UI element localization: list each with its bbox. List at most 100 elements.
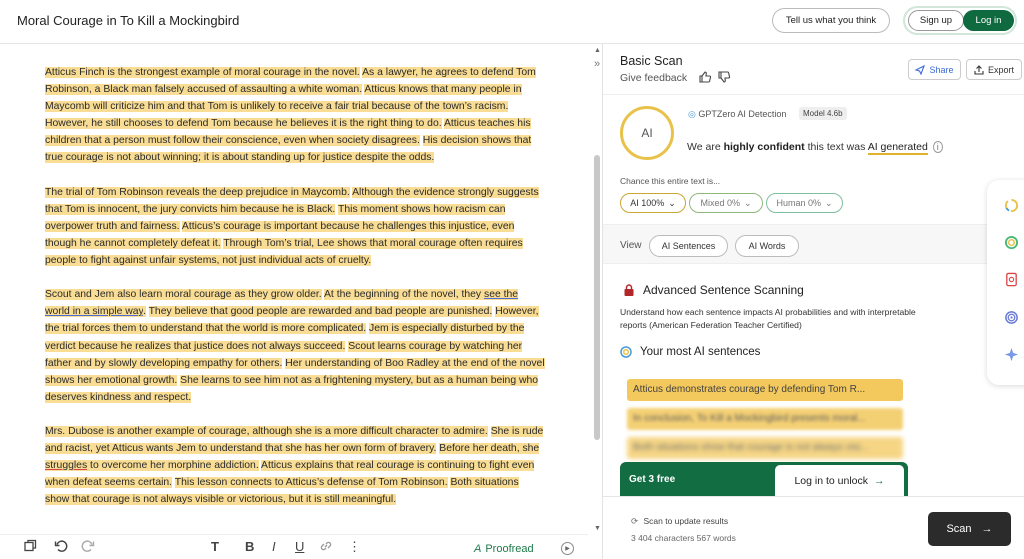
confidence-level: highly confident — [723, 141, 805, 153]
sign-up-button[interactable]: Sign up — [908, 10, 964, 31]
auth-group: Sign up Log in — [903, 6, 1017, 35]
model-badge: Model 4.6b — [799, 107, 847, 120]
detection-label: ◎ GPTZero AI Detection — [688, 109, 786, 120]
scan-button[interactable]: Scan → — [928, 512, 1011, 546]
arrow-right-icon: → — [981, 523, 993, 535]
writing-feedback-icon[interactable] — [1004, 235, 1019, 250]
link-icon[interactable] — [319, 539, 333, 556]
refresh-icon: ⟳ — [631, 516, 639, 526]
bold-icon[interactable]: B — [245, 539, 254, 554]
human-percentage-pill[interactable]: Human 0% ⌄ — [766, 193, 843, 213]
collapse-panel-icon[interactable]: » — [594, 58, 600, 70]
ai-percentage-pill[interactable]: AI 100% ⌄ — [620, 193, 686, 213]
highlighted-sentence[interactable]: Atticus Finch is the strongest example o… — [45, 67, 360, 78]
citation-check-icon[interactable] — [1004, 310, 1019, 325]
gptzero-logo-icon: ◎ — [688, 109, 696, 119]
give-feedback-label: Give feedback — [620, 72, 688, 84]
thumbs-up-icon[interactable] — [699, 71, 712, 86]
scan-update-text: Scan to update results — [643, 516, 729, 526]
mixed-percentage-pill[interactable]: Mixed 0% ⌄ — [689, 193, 763, 213]
gptzero-logo-icon — [620, 346, 632, 358]
log-in-button[interactable]: Log in — [963, 10, 1014, 31]
highlighted-sentence[interactable]: Mrs. Dubose is another example of courag… — [45, 425, 488, 437]
highlighted-sentence[interactable]: Scout and Jem also learn moral courage a… — [45, 289, 322, 301]
editor-toolbar: T B I U ⋮ A Proofread ▶ — [0, 534, 588, 559]
paragraph-4: Mrs. Dubose is another example of courag… — [45, 423, 545, 508]
advanced-scanning-title: Advanced Sentence Scanning — [643, 283, 804, 297]
bottom-separator — [603, 496, 1024, 497]
unlock-label: Log in to unlock — [794, 474, 869, 487]
ai-sentence-item[interactable]: Atticus demonstrates courage by defendin… — [627, 379, 903, 401]
confidence-statement: We are highly confident this text was AI… — [687, 141, 943, 155]
underline-icon[interactable]: U — [295, 539, 304, 554]
feedback-button[interactable]: Tell us what you think — [772, 8, 890, 33]
highlighted-sentence[interactable]: This lesson connects to Atticus’s defens… — [174, 477, 448, 489]
chance-label: Chance this entire text is... — [620, 176, 721, 186]
results-panel: Basic Scan Give feedback Share Export AI… — [603, 44, 1024, 559]
highlighted-sentence[interactable]: to overcome her morphine addiction. — [87, 460, 259, 472]
redo-icon[interactable] — [81, 539, 95, 556]
detection-label-text: GPTZero AI Detection — [698, 109, 787, 119]
sparkle-icon[interactable] — [1004, 347, 1019, 362]
share-icon — [915, 64, 926, 75]
chevron-down-icon: ⌄ — [824, 197, 833, 208]
ai-sentence-item: Both situations show that courage is not… — [627, 437, 903, 459]
undo-icon[interactable] — [54, 539, 68, 556]
ai-sentences-button[interactable]: AI Sentences — [649, 235, 728, 257]
text-editor[interactable]: Atticus Finch is the strongest example o… — [0, 44, 588, 534]
lock-icon — [624, 284, 634, 296]
unlock-card: Get 3 free Log in to unlock → — [620, 462, 908, 496]
scroll-up-arrow-icon[interactable]: ▲ — [594, 47, 601, 54]
proofread-icon: A — [474, 543, 482, 555]
highlighted-sentence[interactable]: However, he still chooses to defend Tom … — [45, 118, 442, 130]
plagiarism-check-icon[interactable] — [1004, 272, 1019, 287]
text-style-icon[interactable]: T — [211, 539, 219, 554]
scan-title: Basic Scan — [620, 54, 683, 68]
info-icon[interactable]: i — [932, 141, 943, 153]
editor-scrollbar[interactable] — [594, 155, 600, 440]
scan-update-label: ⟳ Scan to update results — [631, 516, 728, 527]
document-title[interactable]: Moral Courage in To Kill a Mockingbird — [17, 13, 239, 28]
highlighted-sentence[interactable]: At the beginning of the novel, they — [323, 289, 484, 301]
export-icon — [974, 64, 984, 75]
share-button[interactable]: Share — [908, 59, 961, 80]
more-options-icon[interactable]: ⋮ — [348, 539, 361, 555]
ai-generated-label: AI generated — [867, 141, 928, 155]
highlighted-sentence[interactable]: Before her death, she — [439, 443, 540, 455]
ai-sentence-item: In conclusion, To Kill a Mockingbird pre… — [627, 408, 903, 430]
ai-percentage-label: AI 100% — [630, 198, 665, 208]
highlighted-sentence[interactable]: The trial of Tom Robinson reveals the de… — [45, 186, 350, 198]
side-tool-rail — [987, 180, 1024, 385]
view-label: View — [620, 240, 642, 251]
play-circle-icon[interactable]: ▶ — [561, 542, 574, 555]
export-button[interactable]: Export — [966, 59, 1022, 80]
confidence-mid: this text was — [804, 141, 868, 153]
get-free-label: Get 3 free — [629, 474, 676, 485]
advanced-scanning-description: Understand how each sentence impacts AI … — [620, 307, 916, 330]
ai-detection-icon[interactable] — [1004, 198, 1019, 213]
ai-words-button[interactable]: AI Words — [735, 235, 799, 257]
italic-icon[interactable]: I — [272, 539, 276, 554]
most-ai-sentences-title: Your most AI sentences — [640, 346, 761, 358]
paragraph-2: The trial of Tom Robinson reveals the de… — [45, 184, 545, 269]
confidence-pre: We are — [687, 141, 724, 153]
highlighted-sentence[interactable]: struggles — [45, 460, 88, 472]
copy-icon[interactable] — [24, 539, 37, 555]
human-percentage-label: Human 0% — [776, 198, 821, 208]
chevron-down-icon: ⌄ — [743, 197, 752, 208]
proofread-label: Proofread — [485, 543, 534, 555]
character-count: 3 404 characters 567 words — [631, 533, 736, 543]
paragraph-3: Scout and Jem also learn moral courage a… — [45, 286, 545, 406]
share-label: Share — [929, 64, 954, 75]
top-bar: Moral Courage in To Kill a Mockingbird T… — [0, 0, 1024, 44]
scroll-down-arrow-icon[interactable]: ▼ — [594, 525, 601, 532]
log-in-to-unlock-button[interactable]: Log in to unlock → — [775, 465, 904, 496]
editor-content[interactable]: Atticus Finch is the strongest example o… — [45, 64, 545, 526]
chevron-down-icon: ⌄ — [668, 197, 676, 208]
mixed-percentage-label: Mixed 0% — [700, 198, 740, 208]
highlighted-sentence[interactable]: They believe that good people are reward… — [148, 306, 493, 318]
export-label: Export — [987, 64, 1014, 75]
proofread-button[interactable]: A Proofread — [474, 543, 534, 555]
thumbs-down-icon[interactable] — [718, 71, 731, 86]
view-selector: View AI Sentences AI Words — [603, 224, 1024, 264]
